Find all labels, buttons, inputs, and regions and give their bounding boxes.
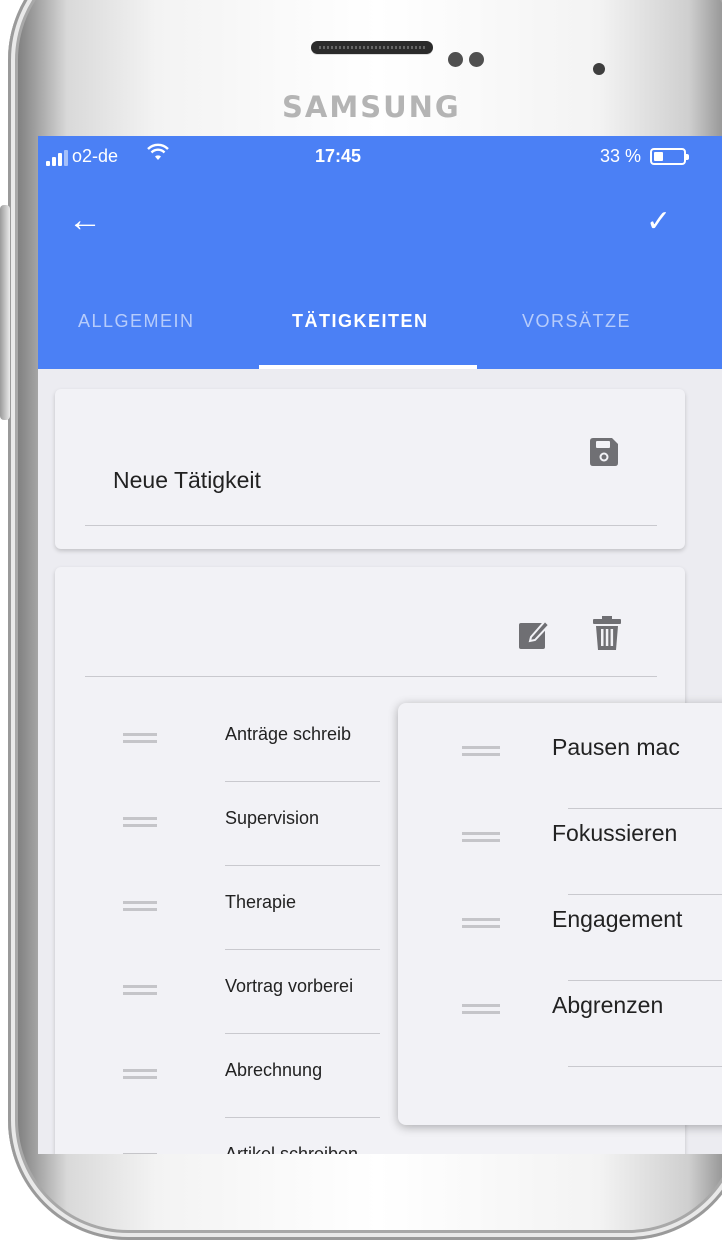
drag-handle-icon[interactable] bbox=[462, 918, 500, 928]
popup-item-label: Abgrenzen bbox=[552, 992, 664, 1018]
item-divider bbox=[568, 1066, 722, 1067]
reorder-popup: Pausen mac Fokussieren Engagement Abgren… bbox=[398, 703, 722, 1125]
activity-label: Anträge schreib bbox=[225, 724, 352, 744]
trash-icon[interactable] bbox=[592, 615, 622, 651]
popup-list-item: Abgrenzen bbox=[398, 992, 722, 1090]
new-activity-input[interactable]: Neue Tätigkeit bbox=[113, 467, 261, 494]
earpiece-speaker bbox=[311, 41, 433, 54]
popup-item-label: Engagement bbox=[552, 906, 683, 932]
item-divider bbox=[225, 949, 380, 950]
wifi-icon bbox=[146, 142, 170, 168]
item-divider bbox=[568, 894, 722, 895]
activity-label: Vortrag vorberei bbox=[225, 976, 354, 996]
active-tab-indicator bbox=[259, 365, 477, 369]
proximity-sensor bbox=[448, 52, 463, 67]
item-divider bbox=[568, 808, 722, 809]
arrow-left-icon[interactable]: ← bbox=[68, 200, 102, 240]
activity-label: Abrechnung bbox=[225, 1060, 323, 1080]
drag-handle-icon[interactable] bbox=[462, 1004, 500, 1014]
item-divider bbox=[225, 1033, 380, 1034]
activity-label: Artikel schreiben bbox=[225, 1144, 359, 1154]
carrier-name: o2-de bbox=[72, 146, 119, 166]
divider bbox=[85, 676, 657, 677]
app-bar: o2-de 17:45 33 % ← ✓ ALLGEMEIN TÄTIGKEIT… bbox=[38, 136, 722, 369]
drag-handle-icon[interactable] bbox=[462, 746, 500, 756]
app-screen: o2-de 17:45 33 % ← ✓ ALLGEMEIN TÄTIGKEIT… bbox=[38, 136, 722, 1154]
item-divider bbox=[225, 865, 380, 866]
activity-label: Supervision bbox=[225, 808, 320, 828]
signal-icon bbox=[46, 150, 70, 166]
drag-handle-icon[interactable] bbox=[123, 817, 157, 827]
tab-vorsaetze[interactable]: VORSÄTZE bbox=[522, 311, 631, 332]
drag-handle-icon[interactable] bbox=[123, 985, 157, 995]
list-item: Anträge schreib bbox=[55, 724, 385, 789]
popup-item-label: Fokussieren bbox=[552, 820, 678, 846]
new-activity-card: Neue Tätigkeit bbox=[55, 389, 685, 549]
volume-key bbox=[0, 205, 10, 420]
list-item: Vortrag vorberei bbox=[55, 976, 385, 1041]
tab-taetigkeiten[interactable]: TÄTIGKEITEN bbox=[292, 311, 429, 332]
floppy-disk-icon[interactable] bbox=[587, 435, 621, 469]
item-divider bbox=[225, 1117, 380, 1118]
drag-handle-icon[interactable] bbox=[123, 901, 157, 911]
list-item: Supervision bbox=[55, 808, 385, 873]
activity-label: Therapie bbox=[225, 892, 297, 912]
popup-item-label: Pausen mac bbox=[552, 734, 680, 760]
pencil-icon[interactable] bbox=[517, 617, 551, 651]
battery-percent: 33 % bbox=[600, 146, 642, 166]
front-camera bbox=[593, 63, 605, 75]
drag-handle-icon[interactable] bbox=[123, 733, 157, 743]
drag-handle-icon[interactable] bbox=[462, 832, 500, 842]
light-sensor bbox=[469, 52, 484, 67]
list-item: Therapie bbox=[55, 892, 385, 957]
drag-handle-icon[interactable] bbox=[123, 1069, 157, 1079]
tab-bar: ALLGEMEIN TÄTIGKEITEN VORSÄTZE bbox=[38, 296, 722, 369]
tab-allgemein[interactable]: ALLGEMEIN bbox=[78, 311, 195, 332]
item-divider bbox=[225, 781, 380, 782]
device-brand-logo: SAMSUNG bbox=[282, 90, 461, 124]
check-icon[interactable]: ✓ bbox=[646, 204, 671, 240]
list-item: Abrechnung bbox=[55, 1060, 385, 1125]
input-underline bbox=[85, 525, 657, 526]
battery-icon bbox=[650, 148, 689, 165]
status-time: 17:45 bbox=[315, 146, 362, 166]
item-divider bbox=[568, 980, 722, 981]
